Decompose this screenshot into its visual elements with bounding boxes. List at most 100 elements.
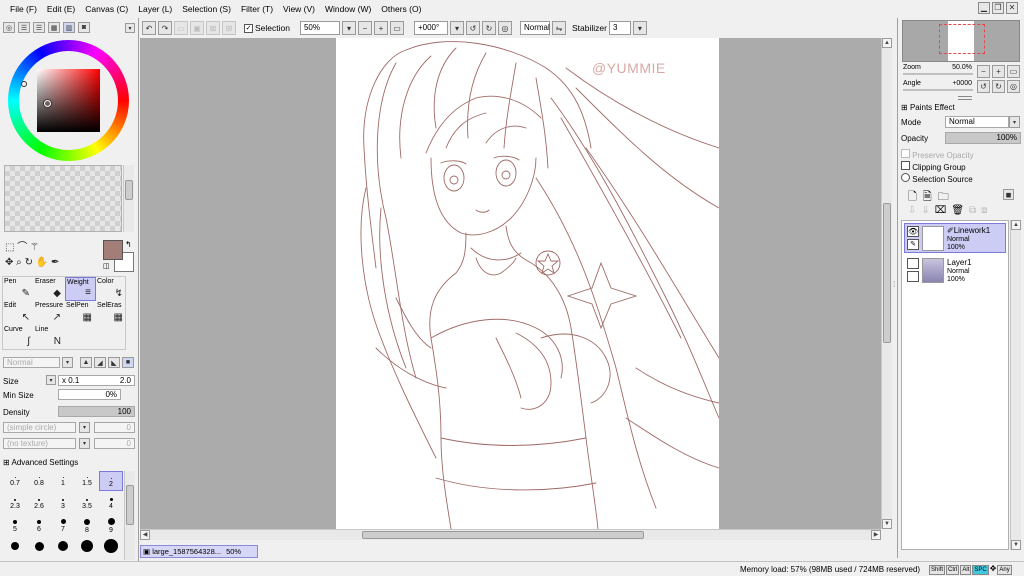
brush-size-preset[interactable]: 6 [27,515,51,535]
angle-field[interactable]: +000° [413,21,448,35]
nav-rotate-left-icon[interactable]: ↺ [977,80,990,93]
scroll-right-icon[interactable]: ▶ [871,530,881,540]
canvas-hscroll-thumb[interactable] [362,531,644,539]
brush-size-preset[interactable]: 7 [51,515,75,535]
menu-others[interactable]: Others (O) [376,4,426,14]
tool-edit[interactable]: Edit ↖ [3,301,34,325]
redo-icon[interactable]: ↷ [158,21,172,35]
zoom-tool-icon[interactable]: ⌕ [16,257,22,268]
visibility-toggle[interactable] [907,258,919,269]
sv-cursor[interactable] [44,100,51,107]
menu-window[interactable]: Window (W) [320,4,376,14]
nav-rotate-reset-icon[interactable]: ◎ [1007,80,1020,93]
selection-source-option[interactable]: Selection Source [901,173,973,184]
tool-eraser[interactable]: Eraser ◆ [34,277,65,301]
rect-select-icon[interactable]: ⬚ [5,242,14,253]
brush-texture-field[interactable]: (no texture) [3,438,76,449]
layer-item-layer1[interactable]: Layer1 Normal 100% [904,255,1006,285]
zoom-in-icon[interactable]: + [373,21,388,35]
tool-curve[interactable]: Curve ∫ [3,325,34,349]
layer-list-scrollbar[interactable]: ▲ ▼ [1010,220,1021,550]
layer-mode-dropdown-icon[interactable]: ▾ [1009,116,1020,128]
shape-square-icon[interactable]: ■ [122,357,134,368]
zoom-field[interactable]: 50% [299,21,340,35]
menu-filter[interactable]: Filter (T) [236,4,278,14]
canvas-viewport[interactable]: @YUMMIE [140,38,881,529]
tool-selpen[interactable]: SelPen ▦ [65,301,96,325]
clear-layer-icon[interactable]: ⌧ [935,205,947,216]
brush-shape-dropdown-icon[interactable]: ▾ [79,422,90,433]
clear-icon[interactable]: ⊠ [206,21,220,35]
merge-down-icon[interactable]: ⇓ [921,205,929,216]
deselect-icon[interactable]: ▭ [174,21,188,35]
brush-size-preset[interactable]: 3 [51,493,75,513]
tool-pressure[interactable]: Pressure ↗ [34,301,65,325]
move-icon[interactable]: ✥ [5,257,13,268]
nav-zoom-reset-icon[interactable]: ▭ [1007,65,1020,78]
size-dropdown-icon[interactable]: ▾ [46,375,56,385]
brush-texture-dropdown-icon[interactable]: ▾ [79,438,90,449]
tool-color[interactable]: Color ↯ [96,277,127,301]
shape-soft-icon[interactable]: ◣ [108,357,120,368]
scroll-down-icon[interactable]: ▼ [882,519,892,529]
brush-size-preset[interactable] [27,537,51,557]
scroll-left-icon[interactable]: ◀ [140,530,150,540]
color-swatch-area[interactable] [4,165,122,232]
menu-view[interactable]: View (V) [278,4,320,14]
restore-button[interactable]: ❐ [992,2,1004,14]
zoom-reset-icon[interactable]: ▭ [389,21,404,35]
rgb-slider-tab-icon[interactable]: ☰ [18,22,30,33]
canvas-vscroll-thumb[interactable] [883,203,891,343]
brush-size-preset[interactable]: 0.7 [3,471,27,491]
brush-texture-value[interactable]: 0 [94,438,135,449]
minsize-field[interactable]: 0% [58,389,121,400]
brush-size-preset[interactable]: 0.8 [27,471,51,491]
panel-splitter[interactable]: ⁞ [893,280,896,300]
close-button[interactable]: ✕ [1006,2,1018,14]
zoom-dropdown-icon[interactable]: ▾ [341,21,356,35]
layer-mode-field[interactable]: Normal [945,116,1009,128]
primary-color[interactable] [103,240,123,260]
canvas-hscrollbar[interactable]: ◀ ▶ [140,529,881,540]
shape-round-icon[interactable]: ◢ [94,357,106,368]
invert-selection-icon[interactable]: ▣ [190,21,204,35]
transform-icon[interactable]: ⊞ [222,21,236,35]
brush-size-preset[interactable]: 2 [99,471,123,491]
stabilizer-dropdown-icon[interactable]: ▾ [632,21,647,35]
edit-pencil-icon[interactable]: ✎ [907,239,919,250]
zoom-out-icon[interactable]: − [357,21,372,35]
hue-cursor[interactable] [21,81,27,87]
blend-mode-field[interactable]: Normal [519,21,550,35]
swatch-tab-icon[interactable]: ▦ [48,22,60,33]
nav-zoom-out-icon[interactable]: − [977,65,990,78]
brush-size-preset[interactable]: 8 [75,515,99,535]
brush-shape-value[interactable]: 0 [94,422,135,433]
canvas-paper[interactable]: @YUMMIE [336,38,719,529]
magic-wand-icon[interactable]: ⚚ [30,242,39,253]
shape-hard-icon[interactable]: ▲ [80,357,92,368]
density-field[interactable]: 100 [58,406,135,417]
clipping-group-option[interactable]: Clipping Group [901,161,966,172]
layer-panel-menu-icon[interactable]: ◼ [1003,189,1014,200]
brush-size-preset[interactable]: 9 [99,515,123,535]
brush-shape-field[interactable]: (simple circle) [3,422,76,433]
selection-checkbox[interactable]: ✓ [244,23,253,33]
flip-icon[interactable]: ⇋ [551,21,566,35]
size-field[interactable]: x 0.1 2.0 [58,375,135,386]
nav-rotate-right-icon[interactable]: ↻ [992,80,1005,93]
menu-edit[interactable]: Edit (E) [42,4,80,14]
swatch-scrollbar[interactable] [123,165,134,232]
brush-size-preset[interactable]: 3.5 [75,493,99,513]
layer-scroll-up-icon[interactable]: ▲ [1011,220,1021,230]
brush-size-preset[interactable] [51,537,75,557]
brush-blend-dropdown-icon[interactable]: ▾ [62,357,73,368]
layer-opacity-field[interactable]: 100% [945,132,1021,144]
tool-seleras[interactable]: SelEras ▦ [96,301,127,325]
nav-angle-slider[interactable] [903,89,973,91]
brush-size-preset[interactable]: 4 [99,493,123,513]
edit-toggle[interactable] [907,271,919,282]
brush-size-preset[interactable]: 1.5 [75,471,99,491]
panel-menu-icon[interactable]: ▾ [125,23,135,33]
lasso-icon[interactable]: ⌒ [17,242,27,253]
tool-pen[interactable]: Pen ✎ [3,277,34,301]
